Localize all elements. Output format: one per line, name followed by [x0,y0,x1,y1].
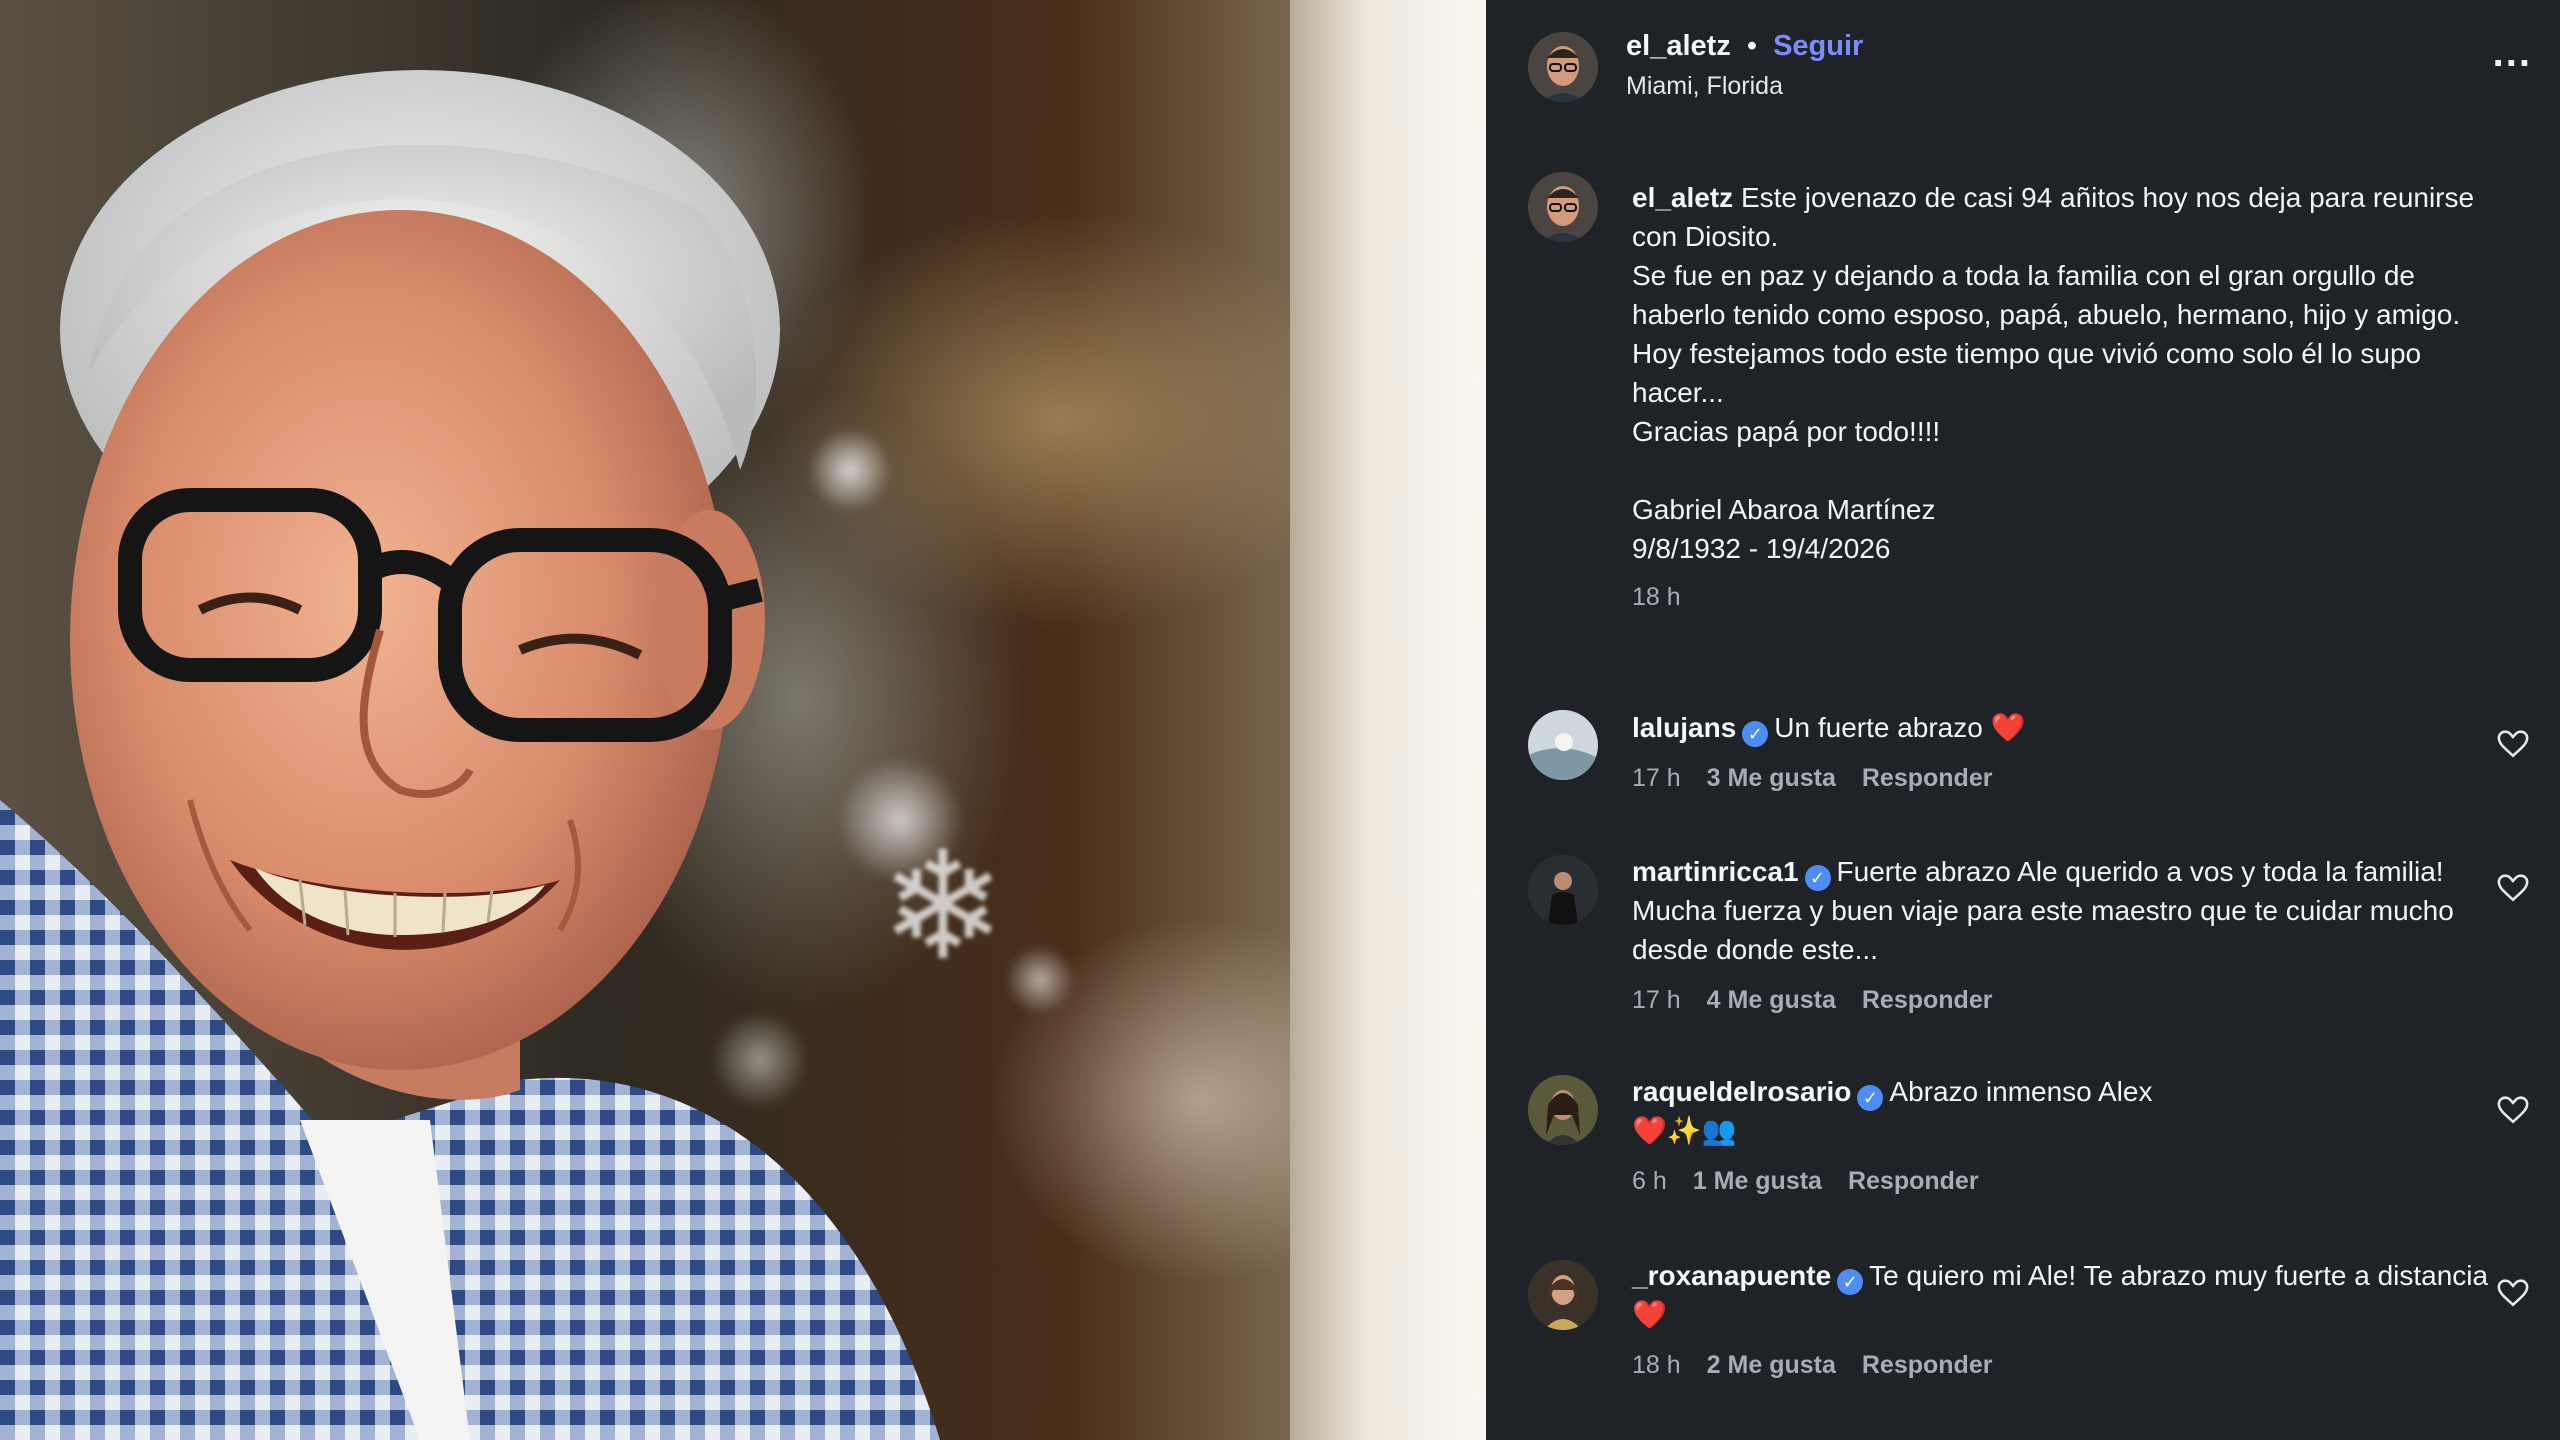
instagram-post: ❄ el_aletz • Seguir Miami, Florida ... e… [0,0,2560,1440]
more-options-icon[interactable]: ... [2493,33,2532,73]
verified-badge-icon: ✓ [1837,1269,1864,1295]
verified-badge-icon: ✓ [1857,1085,1884,1111]
comment-username[interactable]: lalujans [1632,712,1736,743]
comments-panel: el_aletz • Seguir Miami, Florida ... el_… [1486,0,2560,1440]
follow-button[interactable]: Seguir [1773,30,1863,62]
caption-line-1: Este jovenazo de casi 94 añitos hoy nos … [1632,182,2475,252]
comment-username[interactable]: martinricca1 [1632,856,1799,887]
like-heart-icon[interactable] [2496,726,2530,760]
post-location[interactable]: Miami, Florida [1626,72,1783,101]
comment-avatar-martinricca1[interactable] [1528,855,1598,925]
comment-meta: 18 h 2 Me gusta Responder [1632,1346,2512,1385]
profile-photo-icon [1528,172,1598,242]
comment-meta: 17 h 3 Me gusta Responder [1632,759,2512,798]
caption-body: el_aletz Este jovenazo de casi 94 añitos… [1632,178,2512,617]
comment-body: _roxanapuente ✓ Te quiero mi Ale! Te abraz… [1632,1256,2512,1385]
caption-paragraph-1: el_aletz Este jovenazo de casi 94 añitos… [1632,178,2512,256]
comment-avatar-raqueldelrosario[interactable] [1528,1075,1598,1145]
profile-photo-icon [1528,32,1598,102]
smiling-man-portrait [0,70,940,1440]
comment-body: lalujans ✓ Un fuerte abrazo ❤️ 17 h 3 Me gu… [1632,708,2512,798]
reply-button[interactable]: Responder [1862,1351,1993,1379]
profile-photo-icon [1528,710,1598,780]
separator-dot: • [1746,30,1758,62]
comment-text: Abrazo inmenso Alex [1889,1076,2153,1107]
reply-button[interactable]: Responder [1862,764,1993,792]
comment-body: martinricca1 ✓ Fuerte abrazo Ale querido a… [1632,852,2512,1020]
comment-avatar-lalujans[interactable] [1528,710,1598,780]
reply-button[interactable]: Responder [1848,1167,1979,1195]
like-heart-icon[interactable] [2496,1092,2530,1126]
window-background [1290,0,1486,1440]
comment-text: Un fuerte abrazo ❤️ [1774,712,2026,743]
caption-username[interactable]: el_aletz [1632,182,1733,213]
comment-time[interactable]: 17 h [1632,764,1681,792]
comment-meta: 6 h 1 Me gusta Responder [1632,1162,2512,1201]
comment-likes[interactable]: 1 Me gusta [1693,1167,1822,1195]
reply-button[interactable]: Responder [1862,986,1993,1014]
comment-meta: 17 h 4 Me gusta Responder [1632,981,2512,1020]
caption-avatar[interactable] [1528,172,1598,242]
caption-dates-line: 9/8/1932 - 19/4/2026 [1632,533,1891,564]
post-photo[interactable]: ❄ [0,0,1486,1440]
comment-likes[interactable]: 3 Me gusta [1707,764,1836,792]
caption-name-line: Gabriel Abaroa Martínez [1632,494,1936,525]
comment-username[interactable]: _roxanapuente [1632,1260,1831,1291]
comment-likes[interactable]: 2 Me gusta [1707,1351,1836,1379]
like-heart-icon[interactable] [2496,1275,2530,1309]
caption-line-3: Hoy festejamos todo este tiempo que vivi… [1632,338,2422,408]
comment-time[interactable]: 18 h [1632,1351,1681,1379]
comment-username[interactable]: raqueldelrosario [1632,1076,1851,1107]
comment-time[interactable]: 6 h [1632,1167,1667,1195]
verified-badge-icon: ✓ [1742,721,1769,747]
caption-line-2: Se fue en paz y dejando a toda la famili… [1632,260,2461,330]
comment-likes[interactable]: 4 Me gusta [1707,986,1836,1014]
comment-body: raqueldelrosario ✓ Abrazo inmenso Alex ❤️✨… [1632,1072,2512,1201]
profile-photo-icon [1528,1075,1598,1145]
comment-avatar-roxanapuente[interactable] [1528,1260,1598,1330]
comment-time[interactable]: 17 h [1632,986,1681,1014]
author-username[interactable]: el_aletz [1626,30,1731,62]
comment-emoji-line: ❤️✨👥 [1632,1115,1737,1146]
caption-timestamp[interactable]: 18 h [1632,578,2512,617]
post-header-line: el_aletz • Seguir [1626,30,1863,63]
caption-line-4: Gracias papá por todo!!!! [1632,416,1941,447]
verified-badge-icon: ✓ [1804,865,1831,891]
profile-photo-icon [1528,855,1598,925]
like-heart-icon[interactable] [2496,870,2530,904]
author-avatar[interactable] [1528,32,1598,102]
profile-photo-icon [1528,1260,1598,1330]
